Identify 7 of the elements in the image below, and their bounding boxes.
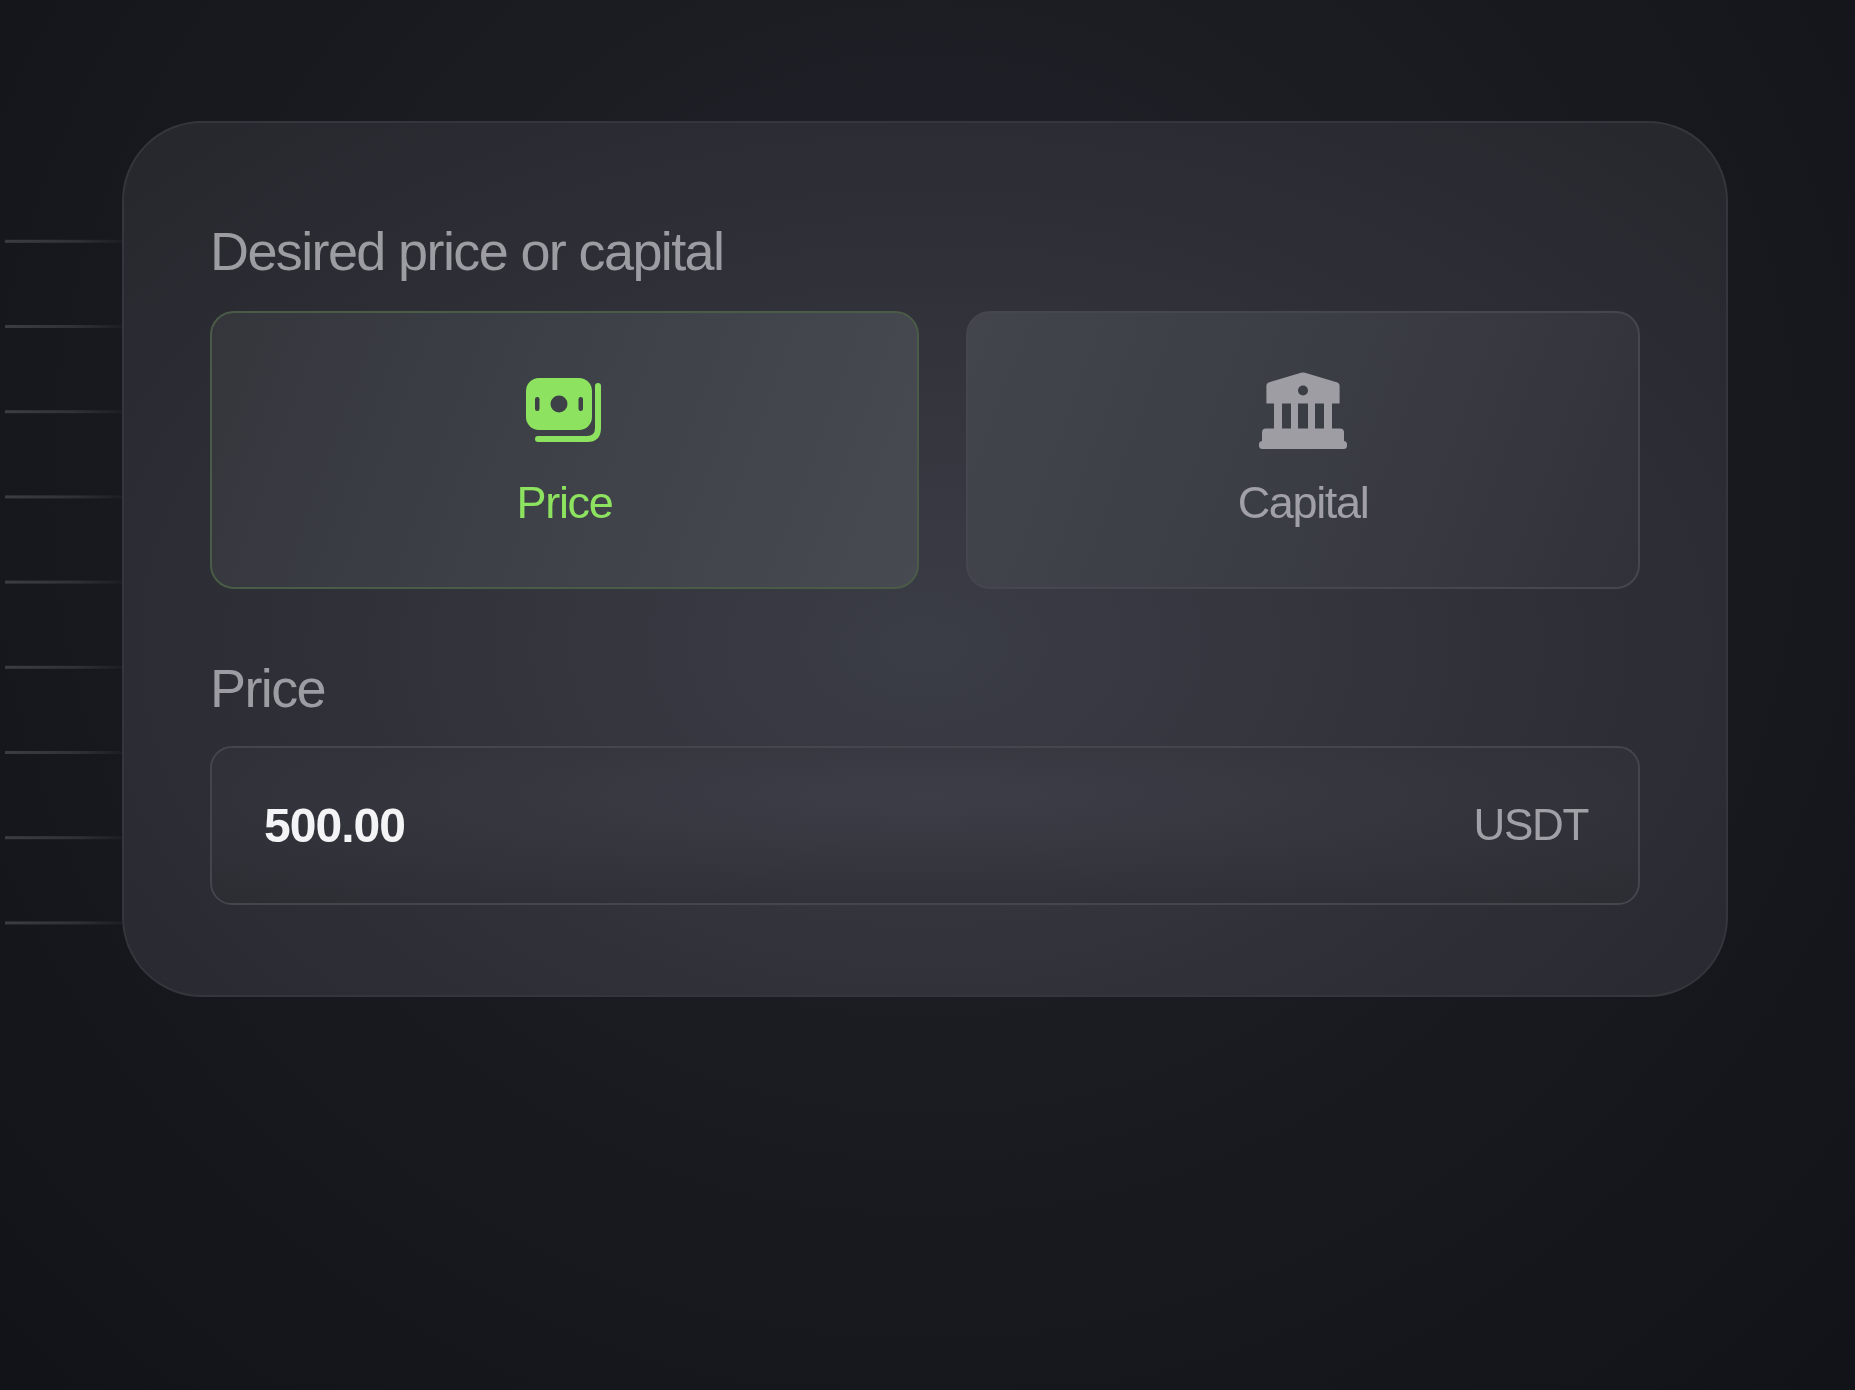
- option-card[interactable]: Capital: [966, 311, 1640, 589]
- option-card[interactable]: Price: [210, 311, 919, 589]
- currency-unit: USDT: [1473, 799, 1588, 851]
- field-label: Price: [210, 657, 325, 719]
- bank-building-icon: [1259, 371, 1347, 449]
- section-title: Desired price or capital: [210, 220, 724, 282]
- cash-stack-icon: [525, 378, 604, 442]
